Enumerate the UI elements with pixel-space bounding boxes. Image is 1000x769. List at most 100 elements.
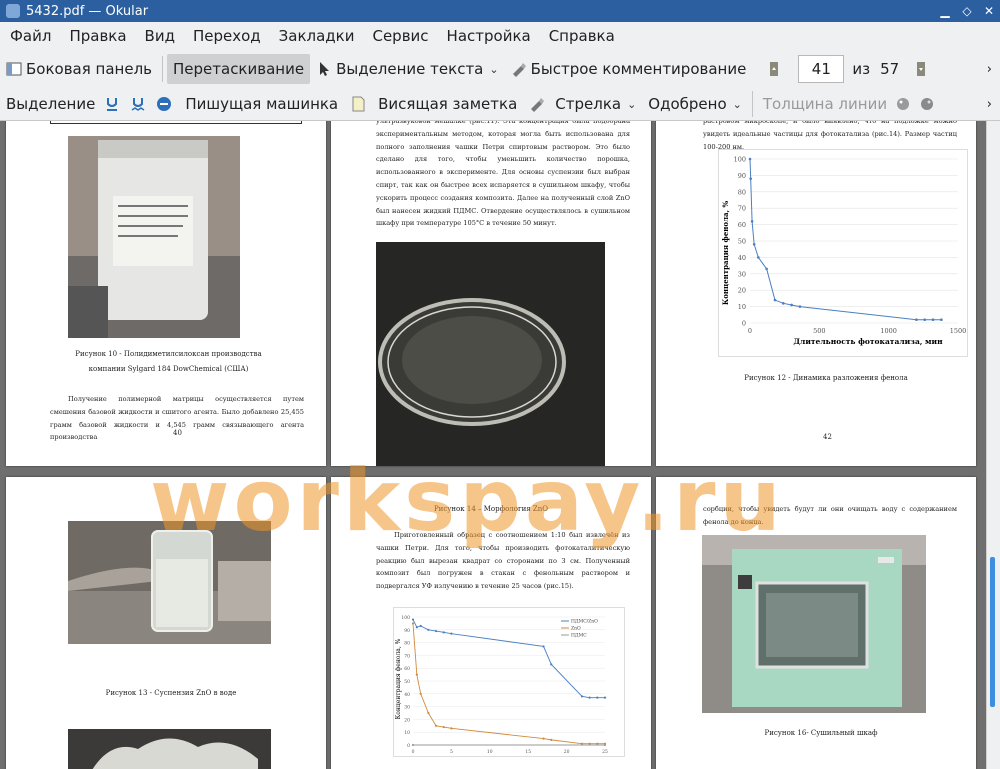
sticky-note-tool-button[interactable]: Висящая заметка [344, 89, 523, 119]
data-point [450, 727, 453, 730]
page-40: Рисунок 10 - Полидиметилсилоксан произво… [6, 121, 326, 466]
y-tick-label: 40 [738, 254, 746, 262]
figure-caption: Рисунок 12 - Динамика разложения фенола [744, 374, 908, 382]
page-43: Рисунок 13 - Суспензия ZnO в воде [6, 477, 326, 769]
minimize-icon[interactable]: ▁ [934, 0, 956, 22]
data-point [415, 673, 418, 676]
squiggly-tool-button[interactable] [127, 89, 153, 119]
menu-file[interactable]: Файл [2, 27, 59, 45]
quick-comment-button[interactable]: Быстрое комментирование [505, 54, 753, 84]
sticky-note-label: Висящая заметка [378, 95, 518, 113]
menu-bookmarks[interactable]: Закладки [271, 27, 363, 45]
arrow-tool-button[interactable]: Стрелка ⌄ [523, 89, 642, 119]
menu-tools[interactable]: Сервис [364, 27, 436, 45]
phenol-decomposition-chart: 0 10 20 30 40 50 60 70 80 90 100 0 500 1000 1500 Конц… [718, 149, 968, 357]
page-down-icon [917, 62, 926, 76]
x-tick-label: 15 [525, 749, 531, 755]
approved-label: Одобрено [648, 95, 727, 113]
underline-icon [107, 98, 118, 111]
y-tick-label: 80 [404, 641, 410, 647]
sidebar-button[interactable]: Боковая панель [0, 54, 158, 84]
scrollbar-thumb[interactable] [990, 557, 995, 707]
data-point [442, 631, 445, 634]
y-tick-label: 80 [738, 188, 746, 196]
table-border [50, 121, 302, 124]
toolbar-overflow-icon[interactable]: › [987, 62, 992, 77]
menu-settings[interactable]: Настройка [439, 27, 539, 45]
selection-tool-button[interactable]: Выделение [0, 89, 101, 119]
typewriter-label: Пишущая машинка [185, 95, 339, 113]
close-icon[interactable]: ✕ [978, 0, 1000, 22]
opacity-tool-button[interactable] [917, 89, 941, 119]
strikeout-tool-button[interactable] [153, 89, 179, 119]
menu-view[interactable]: Вид [137, 27, 183, 45]
photo-zno-suspension [68, 521, 271, 644]
page-up-icon [770, 62, 779, 76]
data-point [434, 629, 438, 633]
window-title: 5432.pdf — Okular [26, 3, 149, 19]
arrow-label: Стрелка [555, 95, 622, 113]
annotation-toolbar: Выделение Пишущая машинка Висящая заметк… [0, 88, 1000, 121]
page-of-label: из [852, 60, 871, 78]
page-total-label: 57 [880, 60, 900, 78]
y-tick-label: 50 [404, 679, 410, 685]
page-number-input[interactable]: 41 [798, 55, 845, 83]
data-point [790, 303, 793, 307]
sidebar-icon [6, 62, 22, 76]
underline-tool-button[interactable] [101, 89, 127, 119]
data-point [781, 302, 785, 305]
chevron-down-icon[interactable]: ⌄ [733, 98, 742, 111]
data-point [550, 738, 553, 741]
x-tick-label: 1500 [950, 327, 967, 335]
y-tick-label: 60 [404, 666, 410, 672]
menu-edit[interactable]: Правка [61, 27, 134, 45]
data-point [419, 624, 422, 628]
page-42: растровом микроскопе, и было выявлено, ч… [656, 121, 976, 466]
palette-icon [897, 98, 910, 110]
chevron-down-icon[interactable]: ⌄ [627, 98, 636, 111]
select-text-button[interactable]: Выделение текста ⌄ [310, 54, 505, 84]
x-tick-label: 0 [748, 327, 752, 335]
stamp-tool-button[interactable]: Одобрено ⌄ [642, 89, 748, 119]
data-point [798, 305, 802, 308]
vertical-scrollbar[interactable] [986, 121, 1000, 769]
prev-page-button[interactable] [752, 54, 790, 84]
body-text: Приготовленный образец с соотношением 1:… [376, 531, 630, 591]
y-tick-label: 30 [738, 270, 746, 278]
data-point [940, 318, 943, 322]
x-tick-label: 0 [412, 749, 415, 755]
x-tick-label: 500 [813, 327, 825, 335]
next-page-button[interactable] [899, 54, 937, 84]
data-point [411, 743, 415, 747]
toolbar-overflow-icon[interactable]: › [987, 97, 992, 112]
color-tool-button[interactable] [893, 89, 917, 119]
y-tick-label: 90 [738, 172, 746, 180]
maximize-icon[interactable]: ◇ [956, 0, 978, 22]
y-tick-label: 70 [738, 205, 746, 213]
y-tick-label: 50 [738, 238, 746, 246]
line-width-button[interactable]: Толщина линии [757, 89, 893, 119]
data-point [923, 318, 927, 322]
data-point [442, 725, 445, 729]
data-point [419, 692, 422, 695]
x-tick-label: 1000 [880, 327, 897, 335]
menu-go[interactable]: Переход [185, 27, 269, 45]
okular-app-icon [6, 4, 20, 18]
page-number: 42 [823, 433, 832, 441]
highlighter-icon [512, 63, 526, 77]
typewriter-tool-button[interactable]: Пишущая машинка [179, 89, 344, 119]
document-viewport[interactable]: Рисунок 10 - Полидиметилсилоксан произво… [0, 121, 986, 769]
drag-mode-button[interactable]: Перетаскивание [167, 54, 311, 84]
y-axis-label: Концентрация фенола, % [721, 201, 730, 306]
data-point [450, 632, 453, 635]
data-point [427, 628, 430, 631]
y-tick-label: 60 [738, 221, 746, 229]
cursor-icon [320, 62, 330, 76]
toolbar-separator [162, 56, 163, 82]
data-point [752, 242, 756, 246]
y-tick-label: 0 [407, 743, 410, 749]
menu-help[interactable]: Справка [541, 27, 623, 45]
chevron-down-icon[interactable]: ⌄ [489, 63, 498, 76]
data-point [588, 742, 591, 745]
page-41: ультразвуковой мешалке (рис.11). Эта кон… [331, 121, 651, 466]
